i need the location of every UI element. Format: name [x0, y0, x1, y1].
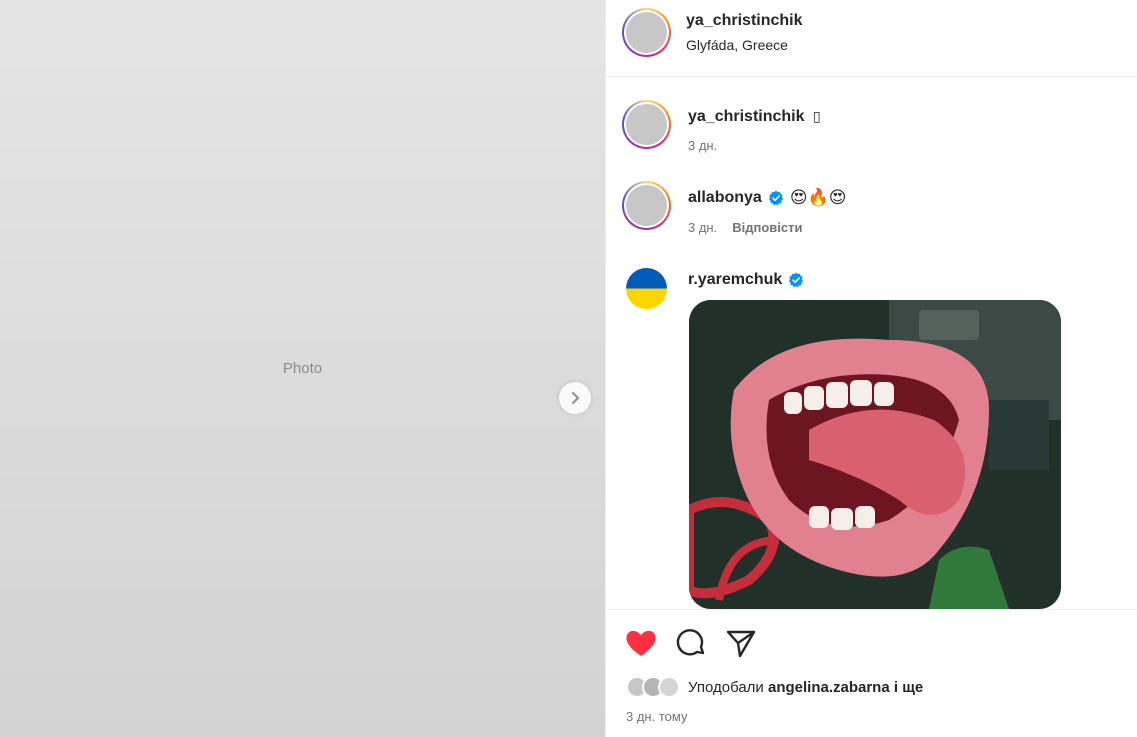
- comment-time[interactable]: 3 дн.: [688, 220, 717, 235]
- likes-summary[interactable]: Уподобали angelina.zabarna і ще: [626, 676, 923, 698]
- comment-username[interactable]: allabonya: [688, 189, 762, 207]
- comment-icon[interactable]: [674, 628, 708, 658]
- post-timestamp[interactable]: 3 дн. тому: [626, 709, 687, 724]
- post-actions: Уподобали angelina.zabarna і ще 3 дн. то…: [606, 609, 1137, 737]
- likers-avatars: [626, 676, 680, 698]
- author-username[interactable]: ya_christinchik: [686, 12, 803, 30]
- post-location[interactable]: Glyfáda, Greece: [686, 37, 788, 53]
- verified-badge-icon: [768, 190, 783, 206]
- send-icon[interactable]: [724, 628, 758, 658]
- comment-meta-allabonya: 3 дн. Відповісти: [688, 220, 802, 235]
- comment-line-allabonya: allabonya 😍🔥😍: [688, 188, 846, 208]
- author-avatar[interactable]: [622, 8, 671, 57]
- post-image: Photo: [0, 0, 605, 737]
- caption-time[interactable]: 3 дн.: [688, 138, 717, 153]
- likes-text: Уподобали angelina.zabarna і ще: [688, 678, 924, 696]
- post-media[interactable]: Photo: [0, 0, 605, 737]
- likes-username[interactable]: angelina.zabarna: [768, 679, 890, 696]
- comment-username[interactable]: r.yaremchuk: [688, 271, 782, 289]
- chevron-right-icon: [572, 392, 579, 404]
- likes-more[interactable]: і ще: [894, 679, 923, 696]
- caption-username[interactable]: ya_christinchik: [688, 108, 805, 125]
- heart-filled-icon[interactable]: [624, 628, 658, 658]
- caption-text: ▯: [812, 108, 821, 124]
- post-side-panel: ya_christinchik Glyfáda, Greece ya_chris…: [605, 0, 1137, 737]
- gif-image: [689, 300, 1061, 609]
- carousel-next-button[interactable]: [559, 382, 591, 414]
- liker-avatar: [658, 676, 680, 698]
- reply-button[interactable]: Відповісти: [732, 220, 802, 235]
- comment-avatar-allabonya[interactable]: [622, 181, 671, 230]
- comment-line-ryaremchuk: r.yaremchuk: [688, 271, 804, 289]
- caption-avatar[interactable]: [622, 100, 671, 149]
- post-header: ya_christinchik Glyfáda, Greece: [606, 0, 1137, 77]
- comments-list[interactable]: ya_christinchik ▯ 3 дн. allabonya 😍🔥😍 3 …: [606, 78, 1137, 609]
- verified-badge-icon: [789, 272, 804, 288]
- comment-gif-attachment[interactable]: [689, 300, 1061, 609]
- comment-avatar-ryaremchuk[interactable]: [626, 268, 667, 309]
- post-image-label: Photo: [282, 360, 323, 377]
- ukraine-flag-avatar: [626, 268, 667, 309]
- comment-text: 😍🔥😍: [789, 188, 847, 207]
- caption-line: ya_christinchik ▯: [688, 108, 821, 126]
- instagram-post: Photo ya_christinchik Glyfáda, Greece ya…: [0, 0, 1137, 737]
